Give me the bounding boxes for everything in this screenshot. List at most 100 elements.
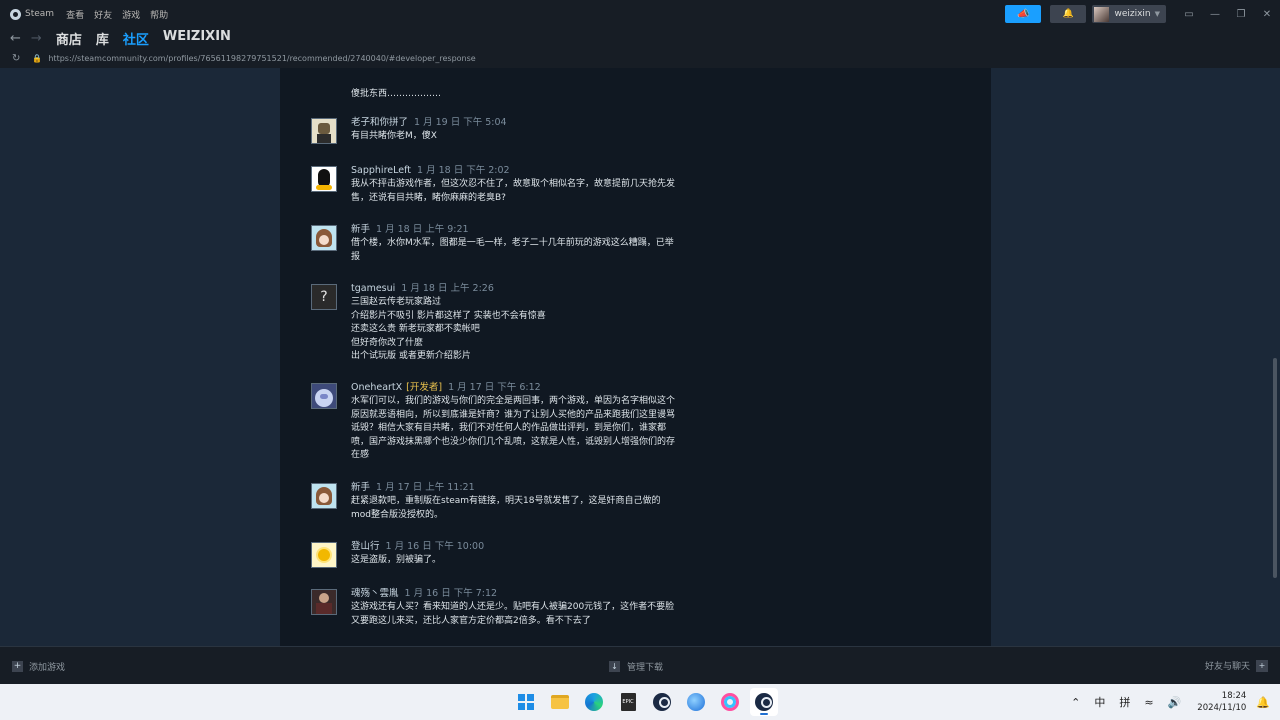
title-bar-right: 📣 🔔 weizixin ▼ ▭ — ❐ ✕ <box>1005 0 1280 28</box>
title-bar: Steam 查看 好友 游戏 帮助 📣 🔔 weizixin ▼ ▭ — ❐ ✕ <box>0 0 1280 28</box>
chevron-up-icon[interactable]: ⌃ <box>1071 696 1080 709</box>
add-game-button[interactable]: + 添加游戏 <box>12 660 65 673</box>
back-arrow-icon[interactable]: ← <box>10 31 21 46</box>
big-picture-icon[interactable]: ▭ <box>1176 9 1202 20</box>
url-bar: ↻ 🔒 https://steamcommunity.com/profiles/… <box>0 48 1280 68</box>
steam-taskbar-button[interactable] <box>648 688 676 716</box>
close-icon[interactable]: ✕ <box>1254 9 1280 20</box>
ime-language[interactable]: 中 <box>1094 694 1105 710</box>
epic-games-icon: EPIC <box>620 693 636 711</box>
comment-text: 这游戏还有人买？看来知道的人还是少。贴吧有人被骗200元钱了，这作者不要脸 又要… <box>351 602 675 626</box>
steam-icon <box>755 693 773 711</box>
comment-text: 我从不抨击游戏作者，但这次忍不住了，故意取个相似名字，故意提前几天抢先发 售，还… <box>351 179 676 203</box>
commenter-avatar[interactable] <box>311 542 337 568</box>
reload-icon[interactable]: ↻ <box>12 53 20 64</box>
lock-icon: 🔒 <box>32 53 43 63</box>
commenter-name[interactable]: 老子和你拼了 <box>351 117 408 128</box>
friends-icon: + <box>1256 659 1268 672</box>
commenter-name[interactable]: 魂殇丶雲胤 <box>351 588 399 599</box>
comments-panel: 傻批东西……………… 老子和你拼了 1 月 19 日 下午 5:04 有目共睹你老… <box>280 68 991 646</box>
scrollbar-thumb[interactable] <box>1273 358 1277 578</box>
commenter-avatar[interactable] <box>311 483 337 509</box>
file-explorer-button[interactable] <box>546 688 574 716</box>
friends-chat-button[interactable]: 好友与聊天 + <box>1205 659 1268 672</box>
chevron-down-icon: ▼ <box>1154 10 1160 18</box>
commenter-name[interactable]: tgamesui <box>351 283 395 294</box>
comment-date: 1 月 19 日 下午 5:04 <box>414 117 507 128</box>
forward-arrow-icon[interactable]: → <box>31 31 42 46</box>
comment-text: 三国赵云传老玩家路过 介绍影片不吸引 影片都这样了 实装也不会有惊喜 还卖这么贵… <box>351 297 546 361</box>
commenter-name[interactable]: 新手 <box>351 224 370 235</box>
clock[interactable]: 18:24 2024/11/10 <box>1197 690 1246 714</box>
windows-logo-icon <box>518 694 534 710</box>
menu-item-games[interactable]: 游戏 <box>122 8 140 21</box>
add-game-label: 添加游戏 <box>29 663 66 673</box>
commenter-name[interactable]: SapphireLeft <box>351 165 411 176</box>
tab-store[interactable]: 商店 <box>56 29 82 48</box>
menu-item-view[interactable]: 查看 <box>66 8 84 21</box>
url-text[interactable]: https://steamcommunity.com/profiles/7656… <box>48 54 475 63</box>
commenter-avatar[interactable]: ? <box>311 284 337 310</box>
plus-icon: + <box>12 661 23 672</box>
announcements-button[interactable]: 📣 <box>1005 5 1042 23</box>
edge-button[interactable] <box>580 688 608 716</box>
notifications-button[interactable]: 🔔 <box>1050 5 1087 23</box>
browser-button[interactable] <box>682 688 710 716</box>
edge-icon <box>585 693 603 711</box>
comment-date: 1 月 17 日 下午 6:12 <box>448 382 541 393</box>
megaphone-icon: 📣 <box>1017 8 1030 20</box>
steam-icon <box>653 693 671 711</box>
commenter-avatar[interactable] <box>311 225 337 251</box>
menu-bar: 查看 好友 游戏 帮助 <box>66 8 168 21</box>
steam-logo-icon <box>10 8 21 20</box>
steam-active-button[interactable] <box>750 688 778 716</box>
commenter-avatar[interactable] <box>311 166 337 192</box>
developer-badge: [开发者] <box>406 382 443 393</box>
history-arrows: ← → <box>10 31 42 46</box>
steam-menu-label: Steam <box>25 9 55 19</box>
manage-downloads-button[interactable]: ↓ 管理下载 <box>609 660 663 673</box>
comment-date: 1 月 16 日 下午 10:00 <box>385 541 485 552</box>
comment-date: 1 月 16 日 下午 7:12 <box>404 588 498 599</box>
comment-text: 这是盗版，别被骗了。 <box>351 555 442 565</box>
epic-games-button[interactable]: EPIC <box>614 688 642 716</box>
wifi-icon[interactable]: ≈ <box>1144 696 1153 709</box>
comment-text-fragment: 傻批东西……………… <box>351 89 442 99</box>
comment-text: 借个楼，水你M水军，图都是一毛一样，老子二十几年前玩的游戏这么糟蹋，已举 报 <box>351 238 674 262</box>
notification-bell-icon[interactable]: 🔔 <box>1256 696 1270 709</box>
tab-profile[interactable]: WEIZIXIN <box>163 29 231 48</box>
menu-item-help[interactable]: 帮助 <box>150 8 168 21</box>
tab-library[interactable]: 库 <box>96 29 109 48</box>
account-menu-button[interactable]: weizixin ▼ <box>1092 5 1166 23</box>
avatar <box>1094 6 1110 22</box>
start-button[interactable] <box>512 688 540 716</box>
commenter-name[interactable]: 新手 <box>351 482 370 493</box>
ime-mode[interactable]: 拼 <box>1119 694 1130 710</box>
commenter-avatar[interactable] <box>311 383 337 409</box>
volume-icon[interactable]: 🔊 <box>1168 696 1182 709</box>
maximize-icon[interactable]: ❐ <box>1228 9 1254 20</box>
app-ring-button[interactable] <box>716 688 744 716</box>
minimize-icon[interactable]: — <box>1202 9 1228 20</box>
friends-chat-label: 好友与聊天 <box>1204 662 1250 672</box>
commenter-name[interactable]: OneheartX <box>351 382 402 393</box>
globe-icon <box>687 693 705 711</box>
navigation-bar: ← → 商店 库 社区 WEIZIXIN <box>0 28 1280 48</box>
clock-time: 18:24 <box>1221 691 1247 701</box>
menu-item-friends[interactable]: 好友 <box>94 8 112 21</box>
comment-text: 有目共睹你老M，傻X <box>351 131 437 141</box>
comment-text: 赶紧退款吧，重制版在steam有链接，明天18号就发售了，这是奸商自己做的 mo… <box>351 496 661 520</box>
download-icon: ↓ <box>609 661 620 672</box>
commenter-name[interactable]: 登山行 <box>351 541 380 552</box>
manage-downloads-label: 管理下载 <box>627 663 664 673</box>
nav-tabs: 商店 库 社区 WEIZIXIN <box>56 29 231 48</box>
bell-icon: 🔔 <box>1062 9 1075 19</box>
tab-community[interactable]: 社区 <box>123 29 149 48</box>
commenter-avatar[interactable] <box>311 589 337 615</box>
steam-menu[interactable]: Steam <box>10 8 55 20</box>
commenter-avatar[interactable] <box>311 118 337 144</box>
windows-taskbar: EPIC ⌃ 中 拼 ≈ 🔊 18:24 2024/11/10 🔔 <box>0 684 1280 720</box>
steam-bottom-bar: + 添加游戏 ↓ 管理下载 好友与聊天 + <box>0 646 1280 684</box>
comment-date: 1 月 18 日 上午 2:26 <box>401 283 494 294</box>
comment-text: 水军们可以，我们的游戏与你们的完全是两回事，两个游戏，单因为名字相似这个 原因就… <box>351 396 676 460</box>
